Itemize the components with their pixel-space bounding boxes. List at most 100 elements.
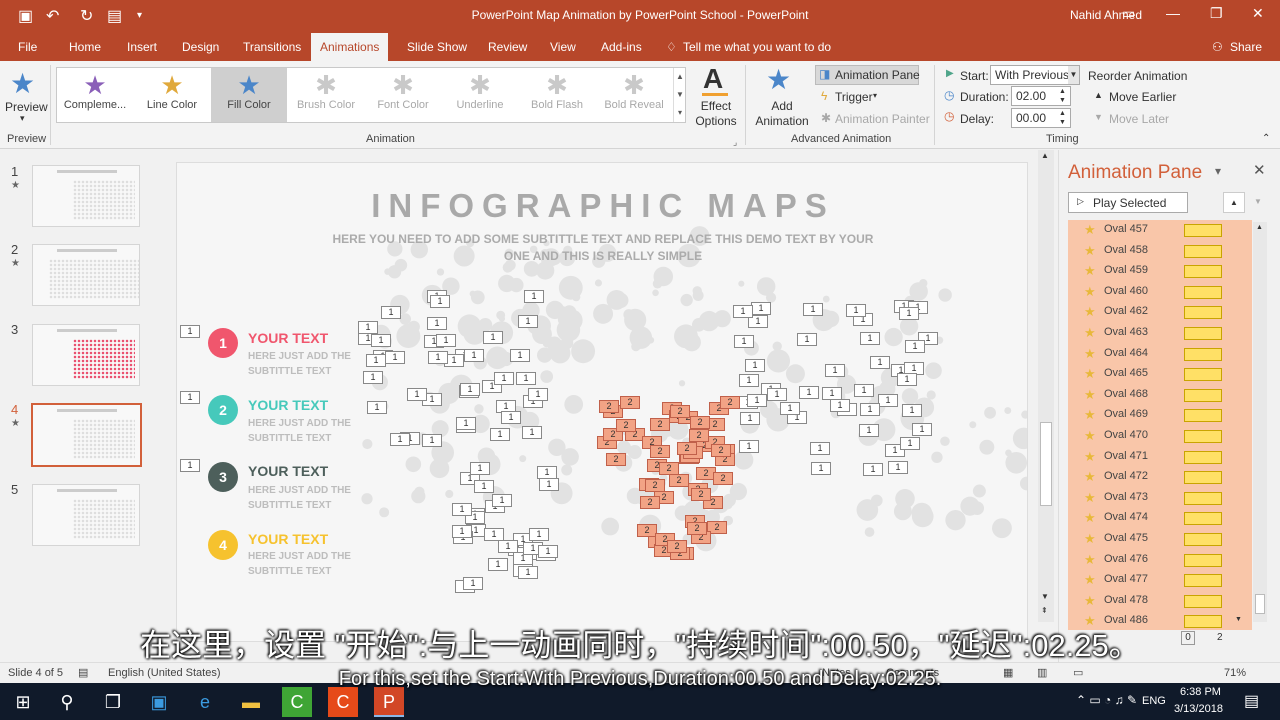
animation-tag[interactable]: 1 bbox=[799, 386, 819, 399]
animation-tag[interactable]: 2 bbox=[713, 472, 733, 485]
animation-tag[interactable]: 1 bbox=[358, 321, 378, 334]
animation-list-item[interactable]: ★ Oval 478 bbox=[1068, 591, 1252, 611]
animation-list-item[interactable]: ★ Oval 462 bbox=[1068, 302, 1252, 322]
notifications-icon[interactable]: ▤ bbox=[1244, 691, 1259, 711]
animation-list-item[interactable]: ★ Oval 460 bbox=[1068, 282, 1252, 302]
animation-tag[interactable]: 1 bbox=[899, 307, 919, 320]
animation-tag[interactable]: 2 bbox=[670, 405, 690, 418]
scroll-thumb[interactable] bbox=[1040, 422, 1052, 506]
item-subtitle[interactable]: HERE JUST ADD THE SUBTITTLE TEXT bbox=[248, 549, 368, 579]
animation-tag[interactable]: 1 bbox=[460, 383, 480, 396]
animation-tag[interactable]: 2 bbox=[640, 496, 660, 509]
timing-bar[interactable] bbox=[1184, 491, 1222, 505]
chevron-down-icon[interactable]: ▾ bbox=[20, 113, 25, 124]
slide-thumbnail-1[interactable] bbox=[32, 165, 140, 227]
animation-tag[interactable]: 2 bbox=[650, 418, 670, 431]
animation-tag[interactable]: 1 bbox=[518, 315, 538, 328]
input-language[interactable]: ENG bbox=[1142, 695, 1166, 707]
animation-tag[interactable]: 1 bbox=[870, 356, 890, 369]
timing-bar[interactable] bbox=[1184, 553, 1222, 567]
animation-tag[interactable]: 1 bbox=[422, 434, 442, 447]
gallery-scroll[interactable]: ▲ ▼ ▾ bbox=[673, 68, 686, 122]
animation-list-item[interactable]: ★ Oval 473 bbox=[1068, 488, 1252, 508]
powerpoint-taskbar-icon[interactable]: P bbox=[374, 687, 404, 717]
scroll-down-icon[interactable]: ▼ bbox=[1041, 592, 1049, 601]
play-selected-button[interactable]: ▷ Play Selected bbox=[1068, 192, 1188, 213]
animation-tag[interactable]: 1 bbox=[490, 428, 510, 441]
animation-list-item[interactable]: ★ Oval 458 bbox=[1068, 241, 1252, 261]
animation-tag[interactable]: 1 bbox=[825, 364, 845, 377]
timing-bar[interactable] bbox=[1184, 388, 1222, 402]
chevron-down-icon[interactable]: ▼ bbox=[1068, 66, 1079, 84]
animation-tag[interactable]: 2 bbox=[690, 416, 710, 429]
camtasia-recorder-icon[interactable]: C bbox=[328, 687, 358, 717]
tab-add-ins[interactable]: Add-ins bbox=[601, 40, 642, 54]
timing-bar[interactable] bbox=[1184, 574, 1222, 588]
system-tray-icons[interactable]: ⌃ ▭ ◔ ♫ ✎ bbox=[1076, 693, 1137, 707]
animation-tag[interactable]: 2 bbox=[599, 400, 619, 413]
animation-tag[interactable]: 1 bbox=[739, 440, 759, 453]
animation-tag[interactable]: 2 bbox=[677, 442, 697, 455]
item-subtitle[interactable]: HERE JUST ADD THE SUBTITTLE TEXT bbox=[248, 349, 368, 379]
camtasia-icon[interactable]: C bbox=[282, 687, 312, 717]
search-icon[interactable]: ⚲ bbox=[52, 687, 82, 717]
timing-bar[interactable] bbox=[1184, 306, 1222, 320]
animation-tag[interactable]: 1 bbox=[897, 373, 917, 386]
animation-tag[interactable]: 1 bbox=[430, 295, 450, 308]
edge-icon[interactable]: e bbox=[190, 687, 220, 717]
animation-tag[interactable]: 2 bbox=[620, 396, 640, 409]
tab-home[interactable]: Home bbox=[69, 40, 101, 54]
timing-bar[interactable] bbox=[1184, 594, 1222, 608]
gallery-item-bold-flash[interactable]: ✱ Bold Flash bbox=[519, 68, 595, 122]
gallery-item-underline[interactable]: ✱ Underline bbox=[442, 68, 518, 122]
slide-thumbnail-2[interactable] bbox=[32, 244, 140, 306]
animation-tag[interactable]: 1 bbox=[780, 402, 800, 415]
timing-bar[interactable] bbox=[1184, 244, 1222, 258]
animation-tag[interactable]: 1 bbox=[522, 426, 542, 439]
animation-tag[interactable]: 1 bbox=[363, 371, 383, 384]
move-later-button[interactable]: Move Later bbox=[1109, 112, 1169, 126]
animation-tag[interactable]: 1 bbox=[180, 325, 200, 338]
animation-tag[interactable]: 1 bbox=[912, 423, 932, 436]
animation-list-item[interactable]: ★ Oval 474 bbox=[1068, 508, 1252, 528]
animation-tag[interactable]: 2 bbox=[689, 429, 709, 442]
animation-tag[interactable]: 1 bbox=[797, 333, 817, 346]
animation-tag[interactable]: 1 bbox=[483, 331, 503, 344]
animation-tag[interactable]: 2 bbox=[720, 396, 740, 409]
animation-tag[interactable]: 1 bbox=[456, 417, 476, 430]
animation-tag[interactable]: 1 bbox=[510, 349, 530, 362]
start-dropdown[interactable]: With Previous bbox=[990, 65, 1080, 85]
animation-tag[interactable]: 1 bbox=[492, 494, 512, 507]
effect-options-button[interactable]: Effect Options bbox=[692, 99, 740, 129]
animation-list-item[interactable]: ★ Oval 457 bbox=[1068, 220, 1252, 240]
dialog-launcher-icon[interactable]: ⌟ bbox=[733, 137, 737, 148]
tab-insert[interactable]: Insert bbox=[127, 40, 157, 54]
animation-tag[interactable]: 2 bbox=[616, 419, 636, 432]
animation-tag[interactable]: 1 bbox=[381, 306, 401, 319]
minimize-icon[interactable]: — bbox=[1166, 5, 1180, 21]
animation-tag[interactable]: 1 bbox=[452, 525, 472, 538]
animation-tag[interactable]: 2 bbox=[667, 540, 687, 553]
preview-star-icon[interactable]: ★ bbox=[10, 67, 35, 100]
share-icon[interactable]: ⚇ bbox=[1212, 40, 1223, 54]
animation-tag[interactable]: 1 bbox=[739, 374, 759, 387]
animation-tag[interactable]: 2 bbox=[650, 445, 670, 458]
windows-start-icon[interactable]: ⊞ bbox=[8, 687, 38, 717]
item-title[interactable]: YOUR TEXT bbox=[248, 330, 328, 346]
animation-tag[interactable]: 2 bbox=[659, 462, 679, 475]
animation-list-item[interactable]: ★ Oval 471 bbox=[1068, 447, 1252, 467]
animation-list-item[interactable]: ★ Oval 463 bbox=[1068, 323, 1252, 343]
animation-tag[interactable]: 2 bbox=[691, 488, 711, 501]
animation-painter-button[interactable]: Animation Painter bbox=[835, 112, 930, 126]
close-icon[interactable]: ✕ bbox=[1252, 5, 1264, 22]
animation-tag[interactable]: 1 bbox=[539, 478, 559, 491]
maximize-icon[interactable]: ❐ bbox=[1210, 5, 1223, 22]
gallery-item-line-color[interactable]: ★ Line Color bbox=[134, 68, 210, 122]
animation-list-scrollbar[interactable]: ▲ bbox=[1253, 222, 1267, 622]
animation-list-item[interactable]: ★ Oval 464 bbox=[1068, 344, 1252, 364]
animation-tag[interactable]: 1 bbox=[474, 480, 494, 493]
gallery-item-complementary[interactable]: ★ Compleme... bbox=[57, 68, 133, 122]
animation-tag[interactable]: 1 bbox=[860, 403, 880, 416]
animation-tag[interactable]: 2 bbox=[669, 474, 689, 487]
scroll-up-icon[interactable]: ▲ bbox=[1256, 224, 1263, 231]
